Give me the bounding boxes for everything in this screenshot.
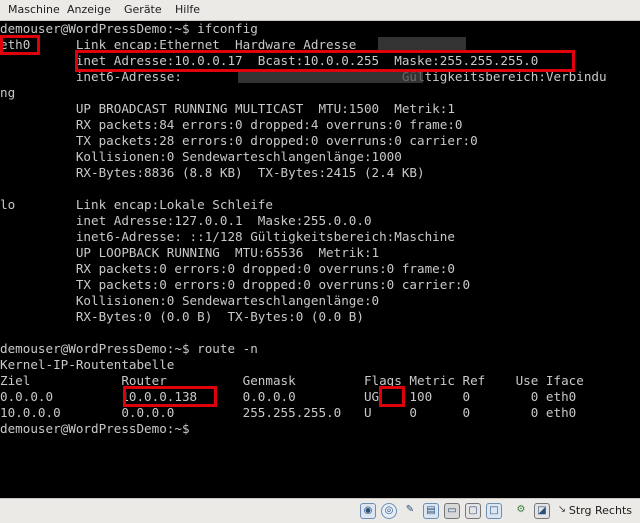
- flags-highlight: [379, 386, 405, 407]
- menu-geraete[interactable]: Geräte: [124, 3, 162, 16]
- output-line: ng: [0, 85, 16, 100]
- output-line: Kollisionen:0 Sendewarteschlangenlänge:1…: [0, 149, 402, 164]
- network-icon[interactable]: □: [486, 503, 502, 519]
- router-highlight: [123, 386, 217, 407]
- output-line: RX packets:0 errors:0 dropped:0 overruns…: [0, 261, 455, 276]
- prompt-line: demouser@WordPressDemo:~$ route -n: [0, 341, 258, 356]
- menu-maschine[interactable]: Maschine: [8, 3, 60, 16]
- output-line: UP BROADCAST RUNNING MULTICAST MTU:1500 …: [0, 101, 455, 116]
- route-table-row: 10.0.0.0 0.0.0.0 255.255.255.0 U 0 0 0 e…: [0, 405, 577, 420]
- output-line: inet6-Adresse: ::1/128 Gültigkeitsbereic…: [0, 229, 455, 244]
- menu-hilfe[interactable]: Hilfe: [175, 3, 200, 16]
- usb-icon[interactable]: ✎: [402, 503, 418, 519]
- output-line: Kernel-IP-Routentabelle: [0, 357, 175, 372]
- shared-folders-icon[interactable]: ▤: [423, 503, 439, 519]
- route-table-header: Ziel Router Genmask Flags Metric Ref Use…: [0, 373, 584, 388]
- cpu-virtualization-icon[interactable]: ⚙: [513, 503, 529, 519]
- status-bar: ◉ ◎ ✎ ▤ ▭ ▢ □ ⚙ ◪ ↘ Strg Rechts: [0, 498, 640, 523]
- redacted-mac-address: [378, 37, 466, 51]
- host-key-label: Strg Rechts: [568, 504, 632, 517]
- output-line: TX packets:0 errors:0 dropped:0 overruns…: [0, 277, 471, 292]
- output-line: Kollisionen:0 Sendewarteschlangenlänge:0: [0, 293, 380, 308]
- host-key-arrow-icon: ↘: [557, 504, 567, 515]
- prompt-line: demouser@WordPressDemo:~$: [0, 421, 190, 436]
- optical-drive-icon[interactable]: ◎: [381, 503, 397, 519]
- output-line: UP LOOPBACK RUNNING MTU:65536 Metrik:1: [0, 245, 380, 260]
- video-capture-icon[interactable]: ▢: [465, 503, 481, 519]
- display-icon[interactable]: ▭: [444, 503, 460, 519]
- output-line: lo Link encap:Lokale Schleife: [0, 197, 273, 212]
- output-line: TX packets:28 errors:0 dropped:0 overrun…: [0, 133, 478, 148]
- menu-anzeige[interactable]: Anzeige: [67, 3, 111, 16]
- output-line: RX-Bytes:0 (0.0 B) TX-Bytes:0 (0.0 B): [0, 309, 364, 324]
- mouse-integration-icon[interactable]: ◪: [534, 503, 550, 519]
- hard-disk-icon[interactable]: ◉: [360, 503, 376, 519]
- output-line: inet Adresse:127.0.0.1 Maske:255.0.0.0: [0, 213, 372, 228]
- eth0-highlight: [0, 35, 40, 55]
- inet-address-highlight: [75, 50, 575, 72]
- output-line: RX packets:84 errors:0 dropped:4 overrun…: [0, 117, 463, 132]
- route-table-row: 0.0.0.0 10.0.0.138 0.0.0.0 UG 100 0 0 et…: [0, 389, 577, 404]
- output-line: RX-Bytes:8836 (8.8 KB) TX-Bytes:2415 (2.…: [0, 165, 425, 180]
- terminal-screen[interactable]: demouser@WordPressDemo:~$ ifconfig eth0 …: [0, 21, 640, 498]
- menu-bar: Maschine Anzeige Geräte Hilfe: [0, 0, 640, 21]
